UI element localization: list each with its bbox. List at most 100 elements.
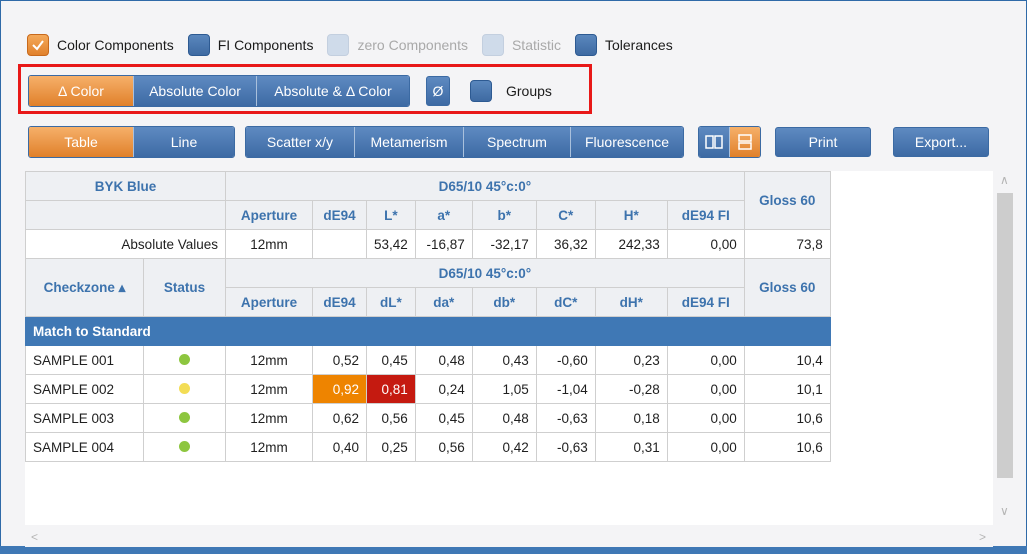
table-cell: -32,17 [471,229,537,259]
scroll-down-icon[interactable]: ∨ [1000,504,1009,518]
checkbox-fi-components[interactable] [187,34,210,56]
table-row[interactable]: SAMPLE 002 12mm 0,92 0,81 0,24 1,05 -1,04 -0,28… [25,374,831,404]
horizontal-scrollbar[interactable]: < > [25,527,993,547]
scroll-right-icon[interactable]: > [979,530,986,544]
table-row[interactable]: SAMPLE 001 12mm 0,52 0,45 0,48 0,43 -0,60 0,23 0… [25,345,831,375]
col-header[interactable]: dE94 [312,200,367,230]
layout-rows-button[interactable] [729,127,760,157]
col-header[interactable]: dH* [594,287,668,317]
col-header[interactable]: C* [535,200,596,230]
gloss-cell: 10,6 [743,432,831,462]
value-cell-da: 0,24 [414,374,473,404]
window-bottom-bar [0,546,1027,554]
print-button[interactable]: Print [775,127,871,157]
option-color-components[interactable]: Color Components [27,34,174,56]
columns-icon [705,135,723,149]
view-tabs: Table Line [28,126,235,158]
col-header[interactable]: dL* [366,287,416,317]
tab-scatter[interactable]: Scatter x/y [246,127,354,157]
value-cell-de94: 0,52 [312,345,367,375]
sample-name: SAMPLE 003 [25,403,144,433]
label-fi-components: FI Components [217,37,314,53]
value-cell-de94fi: 0,00 [666,345,745,375]
export-button[interactable]: Export... [893,127,989,157]
results-table: BYK Blue D65/10 45°c:0° Gloss 60 Apertur… [25,171,831,462]
status-dot-icon [179,440,190,452]
col-header[interactable]: db* [471,287,537,317]
layout-toggle [698,126,761,158]
status-cell [143,432,226,462]
tab-spectrum[interactable]: Spectrum [463,127,570,157]
layout-columns-button[interactable] [699,127,729,157]
group-row[interactable]: Match to Standard [25,316,831,346]
option-fi-components[interactable]: FI Components [187,34,314,56]
rows-icon [738,134,752,150]
absolute-values-row: Absolute Values 12mm 53,42 -16,87 -32,17… [25,229,831,259]
col-header[interactable]: H* [594,200,668,230]
table-cell: 36,32 [535,229,596,259]
options-row: Color Components FI Components zero Comp… [27,34,687,56]
value-cell-dl: 0,45 [366,345,416,375]
sample-name: SAMPLE 002 [25,374,144,404]
scroll-up-icon[interactable]: ∧ [1000,173,1009,187]
value-cell-dl: 0,81 [366,374,416,404]
col-header[interactable]: da* [414,287,473,317]
value-cell-de94: 0,62 [312,403,367,433]
option-tolerances[interactable]: Tolerances [574,34,673,56]
results-table-area: BYK Blue D65/10 45°c:0° Gloss 60 Apertur… [25,171,993,525]
option-statistic: Statistic [481,34,561,56]
value-cell-da: 0,45 [414,403,473,433]
table-cell: 12mm [225,229,313,259]
col-header[interactable]: dE94 [312,287,367,317]
table-row[interactable]: SAMPLE 003 12mm 0,62 0,56 0,45 0,48 -0,63 0,18 0… [25,403,831,433]
col-header[interactable]: Aperture [225,287,313,317]
checkbox-color-components[interactable] [27,34,49,56]
status-header[interactable]: Status [143,258,226,317]
tab-line[interactable]: Line [133,127,234,157]
status-dot-icon [179,353,190,365]
abs-row-label: Absolute Values [25,229,226,259]
value-cell-da: 0,48 [414,345,473,375]
gloss-header: Gloss 60 [743,171,831,230]
value-cell-db: 0,42 [471,432,537,462]
label-zero-components: zero Components [357,37,468,53]
col-header[interactable]: dC* [535,287,596,317]
value-cell-da: 0,56 [414,432,473,462]
tab-table[interactable]: Table [29,127,133,157]
tab-fluorescence[interactable]: Fluorescence [570,127,683,157]
vertical-scrollbar[interactable]: ∧ ∨ [995,171,1015,525]
aperture-cell: 12mm [225,432,313,462]
value-cell-dc: -0,63 [535,403,596,433]
status-cell [143,403,226,433]
table-row[interactable]: SAMPLE 004 12mm 0,40 0,25 0,56 0,42 -0,63 0,31 0… [25,432,831,462]
aperture-cell: 12mm [225,345,313,375]
value-cell-dc: -0,63 [535,432,596,462]
tab-metamerism[interactable]: Metamerism [354,127,463,157]
value-cell-de94fi: 0,00 [666,374,745,404]
chart-tabs: Scatter x/y Metamerism Spectrum Fluoresc… [245,126,684,158]
value-cell-dh: 0,23 [594,345,668,375]
gloss-cell: 10,4 [743,345,831,375]
checkbox-tolerances[interactable] [574,34,597,56]
vertical-scroll-thumb[interactable] [997,193,1013,478]
label-statistic: Statistic [511,37,561,53]
status-cell [143,374,226,404]
value-cell-de94: 0,40 [312,432,367,462]
col-header[interactable]: b* [471,200,537,230]
checkzone-header[interactable]: Checkzone ▴ [25,258,144,317]
col-header[interactable]: dE94 FI [666,287,745,317]
scroll-left-icon[interactable]: < [31,530,38,544]
value-cell-dh: 0,18 [594,403,668,433]
value-cell-dc: -0,60 [535,345,596,375]
sample-name: SAMPLE 004 [25,432,144,462]
geometry-header: D65/10 45°c:0° [225,171,745,201]
col-header[interactable]: L* [366,200,416,230]
table-cell: 73,8 [743,229,831,259]
status-dot-icon [179,382,190,394]
value-cell-de94: 0,92 [312,374,367,404]
col-header[interactable]: a* [414,200,473,230]
option-zero-components: zero Components [327,34,468,56]
value-cell-dl: 0,25 [366,432,416,462]
col-header[interactable]: dE94 FI [666,200,745,230]
col-header[interactable]: Aperture [225,200,313,230]
